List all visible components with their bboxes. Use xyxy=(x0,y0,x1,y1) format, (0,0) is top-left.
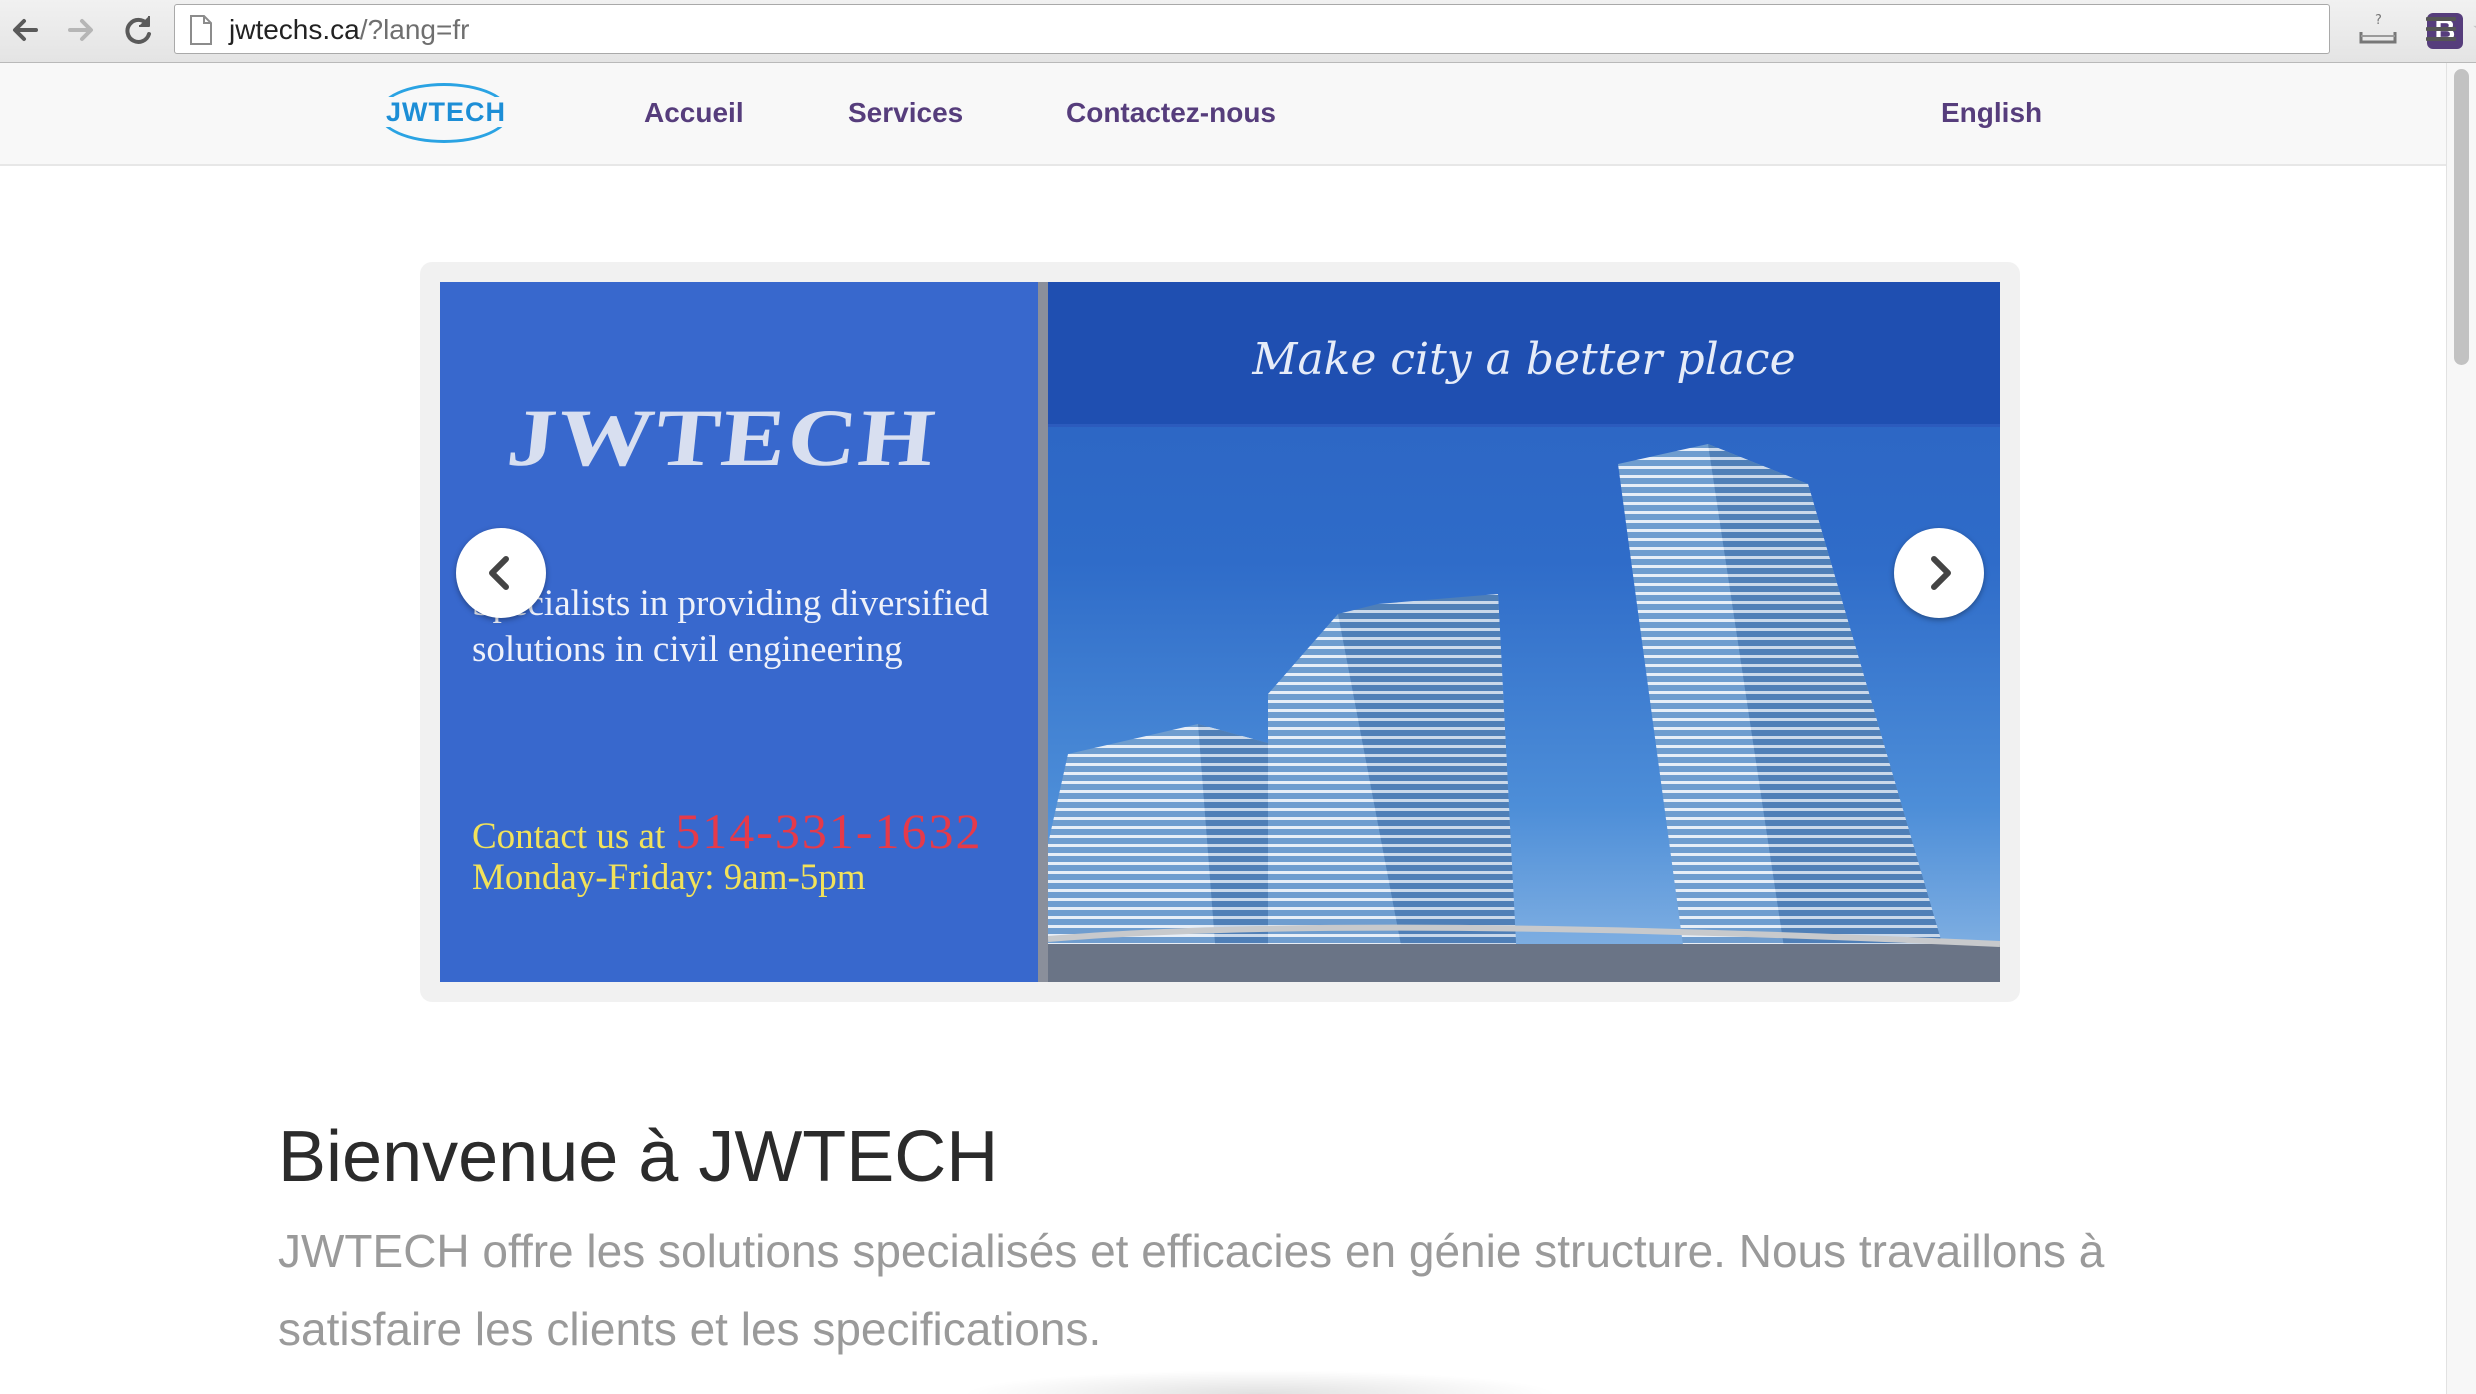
slide-description-line1: Specialists in providing diversified xyxy=(472,583,989,624)
carousel-prev-button[interactable] xyxy=(456,528,546,618)
slide-description-line2: solutions in civil engineering xyxy=(472,629,903,670)
nav-link-accueil[interactable]: Accueil xyxy=(644,97,744,129)
nav-link-services[interactable]: Services xyxy=(848,97,963,129)
chevron-left-icon xyxy=(489,556,509,590)
url-text[interactable]: jwtechs.ca/?lang=fr xyxy=(229,14,469,46)
browser-toolbar: jwtechs.ca/?lang=fr B ★ ? xyxy=(0,0,2476,63)
hero-carousel: JWTECH Specialists in providing diversif… xyxy=(420,262,2020,1002)
url-path: /?lang=fr xyxy=(359,14,470,45)
back-arrow-icon[interactable] xyxy=(6,10,46,50)
slide-info-panel: JWTECH Specialists in providing diversif… xyxy=(440,282,1038,982)
page-icon xyxy=(189,15,213,50)
logo-text: JWTECH xyxy=(378,97,514,127)
welcome-heading: Bienvenue à JWTECH xyxy=(278,1117,999,1197)
phone-number: 514-331-1632 xyxy=(675,803,983,859)
bookmark-star-icon[interactable]: ★ xyxy=(2471,11,2476,49)
site-navbar: JWTECH Accueil Services Contactez-nous E… xyxy=(0,63,2446,166)
svg-text:?: ? xyxy=(2375,13,2382,28)
page-scrollbar[interactable] xyxy=(2446,63,2476,1394)
reload-icon[interactable] xyxy=(118,10,158,50)
slide-hours: Monday-Friday: 9am-5pm xyxy=(472,857,866,898)
address-bar[interactable]: jwtechs.ca/?lang=fr B ★ xyxy=(174,4,2476,54)
jwtech-logo[interactable]: JWTECH xyxy=(378,83,514,147)
scrollbar-thumb[interactable] xyxy=(2454,69,2469,365)
slide-tagline: Make city a better place xyxy=(1252,334,1796,385)
bottom-shadow xyxy=(960,1370,1560,1394)
nav-link-english[interactable]: English xyxy=(1941,97,2042,129)
slide-brand: JWTECH xyxy=(503,392,941,483)
carousel-next-button[interactable] xyxy=(1894,528,1984,618)
hamburger-menu-icon[interactable] xyxy=(2424,14,2458,49)
slide-contact-line: Contact us at 514-331-1632 xyxy=(472,802,983,860)
skyscrapers-image xyxy=(1048,444,2000,982)
slide-divider xyxy=(1038,282,1048,982)
nav-link-contactez-nous[interactable]: Contactez-nous xyxy=(1066,97,1276,129)
chevron-right-icon xyxy=(1931,556,1951,590)
tagline-banner: Make city a better place xyxy=(1048,282,2000,427)
forward-arrow-icon[interactable] xyxy=(60,10,100,50)
contact-prefix: Contact us at xyxy=(472,816,666,857)
url-host: jwtechs.ca xyxy=(229,14,360,45)
slide-photo-panel: Make city a better place xyxy=(1048,282,2000,982)
welcome-lead-text: JWTECH offre les solutions specialisés e… xyxy=(278,1225,2105,1355)
download-tray-icon[interactable]: ? xyxy=(2358,12,2398,51)
carousel-slide: JWTECH Specialists in providing diversif… xyxy=(440,282,2000,982)
